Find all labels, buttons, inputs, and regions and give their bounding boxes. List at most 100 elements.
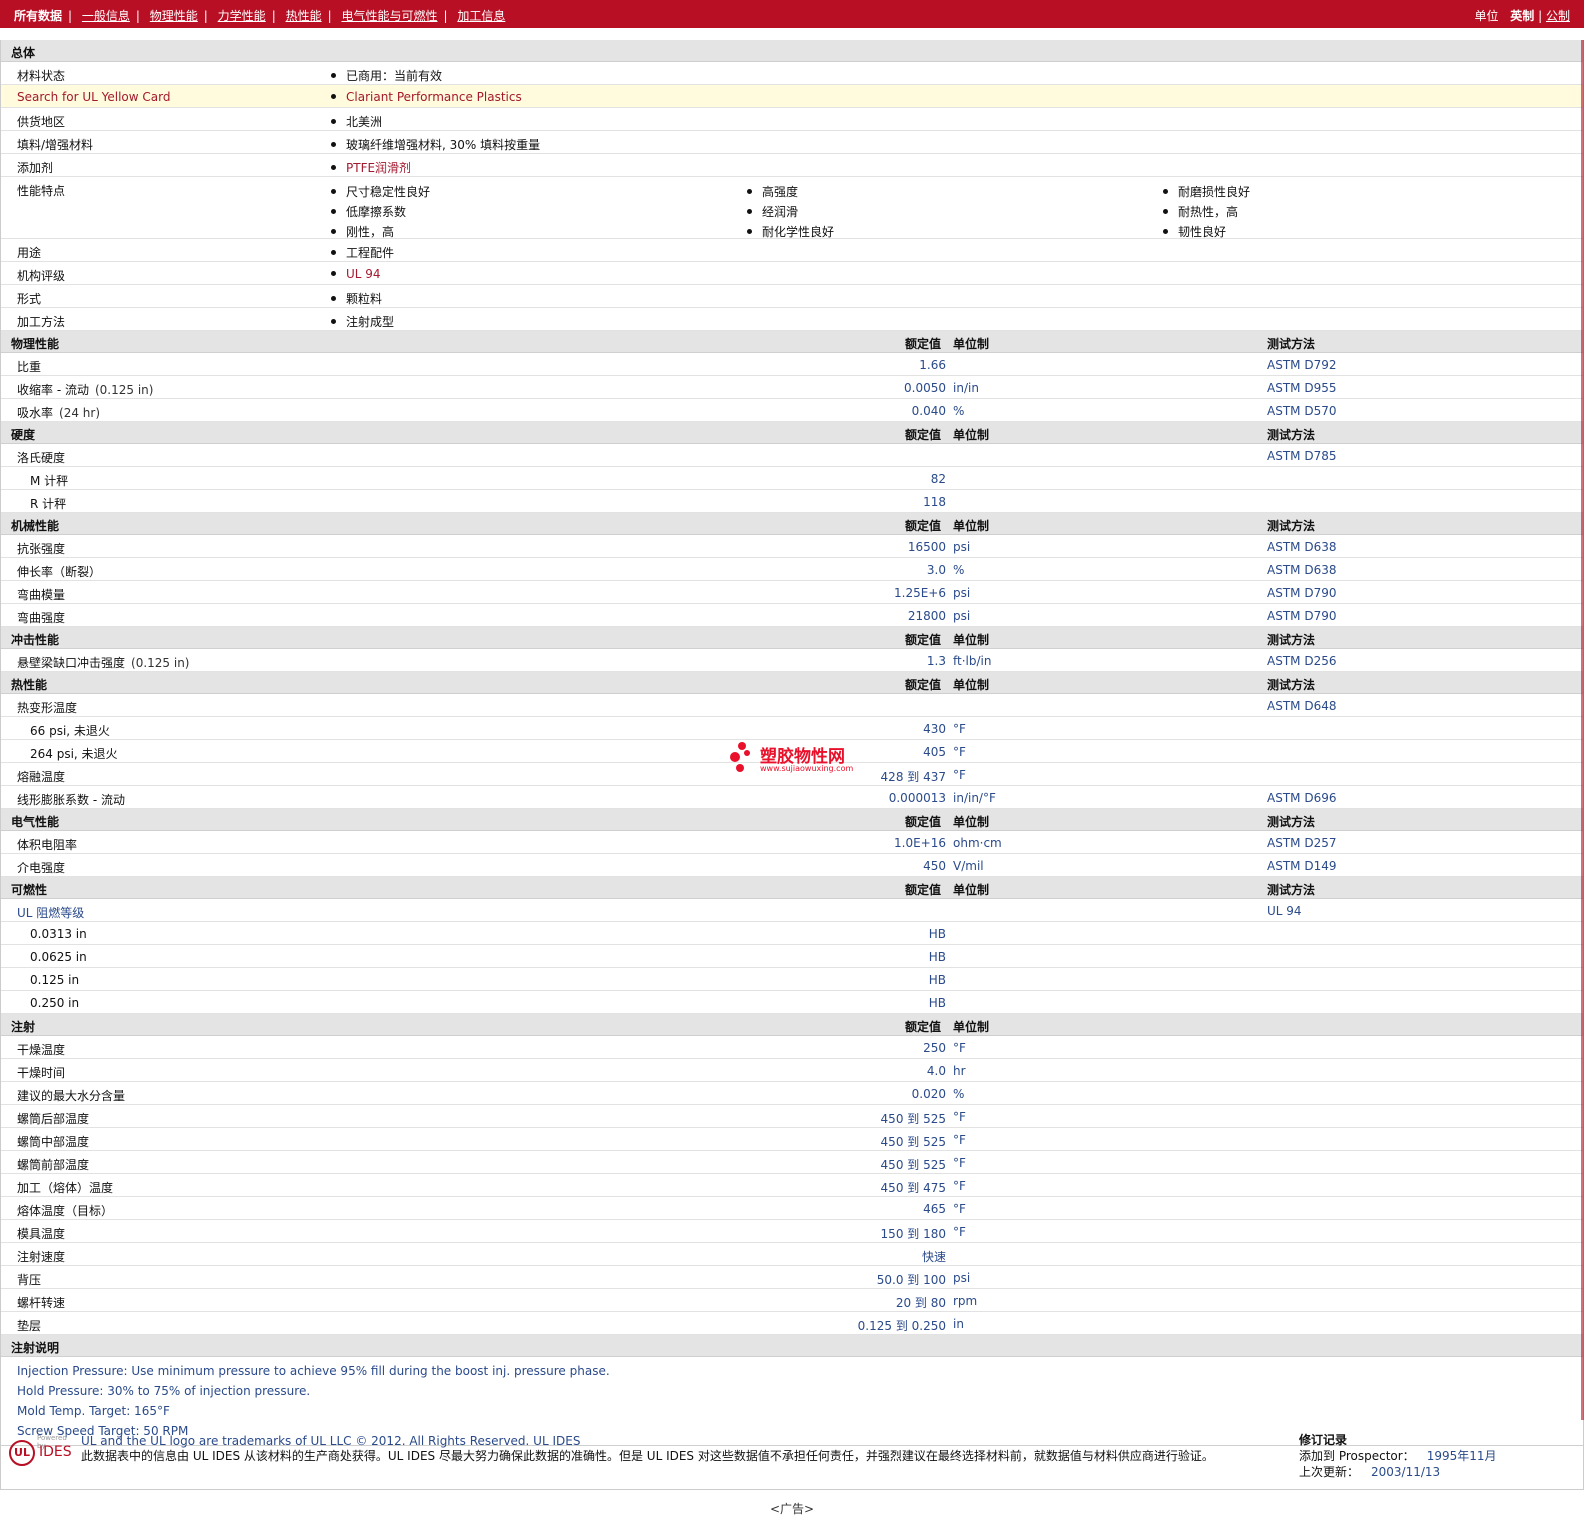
row-nominal: 1.66: [919, 358, 946, 372]
row-label: 背压: [17, 1273, 42, 1287]
section-nav: 所有数据 | 一般信息 | 物理性能 | 力学性能 | 热性能 | 电气性能与可燃性 | 加…: [14, 9, 506, 23]
col-header-unit: 单位制: [953, 678, 990, 692]
added-value: 1995年11月: [1426, 1449, 1497, 1463]
property-row: 熔体温度（目标） 465 °F: [1, 1197, 1583, 1220]
row-unit: °F: [953, 1202, 966, 1216]
tab-electrical[interactable]: 电气性能与可燃性: [341, 9, 437, 23]
property-row: 注射速度 快速: [1, 1243, 1583, 1266]
col-header-unit: 单位制: [953, 428, 990, 442]
row-label: 收缩率 - 流动 (0.125 in): [17, 383, 154, 397]
row-label: 弯曲模量: [17, 588, 66, 602]
feature-item: 高强度: [762, 185, 799, 199]
row-value: 注射成型: [346, 315, 395, 329]
ul-logo-icon: UL: [9, 1440, 35, 1466]
row-label: R 计秤: [30, 497, 67, 511]
row-unit: °F: [953, 1225, 966, 1239]
col-header-nominal: 额定值: [904, 428, 941, 442]
row-unit: in/in: [953, 381, 979, 395]
row-nominal: HB: [928, 950, 946, 964]
tab-general-info[interactable]: 一般信息: [82, 9, 130, 23]
row-label: 垫层: [17, 1319, 42, 1333]
row-label: 介电强度: [17, 861, 66, 875]
col-header-unit: 单位制: [953, 1020, 990, 1034]
section-title: 物理性能: [11, 337, 60, 351]
property-row: 比重 1.66 ASTM D792: [1, 353, 1583, 376]
row-nominal: 450: [923, 859, 946, 873]
row-method: UL 94: [1267, 904, 1302, 918]
property-row: 螺筒中部温度 450 到 525 °F: [1, 1128, 1583, 1151]
property-row: 背压 50.0 到 100 psi: [1, 1266, 1583, 1289]
col-header-method: 测试方法: [1267, 337, 1316, 351]
row-label: 抗张强度: [17, 542, 66, 556]
section-thermal: 热性能 额定值 单位制 测试方法: [1, 672, 1583, 694]
unit-imperial[interactable]: 英制: [1510, 9, 1534, 23]
tab-thermal[interactable]: 热性能: [286, 9, 322, 23]
tab-physical[interactable]: 物理性能: [150, 9, 198, 23]
row-nominal: 450 到 525: [880, 1158, 946, 1172]
ad-placeholder: <广告>: [769, 1502, 815, 1516]
property-row: 66 psi, 未退火 430 °F: [1, 717, 1583, 740]
revision-history: 修订记录 添加到 Prospector： 1995年11月 上次更新： 2003/1…: [1299, 1432, 1497, 1480]
units-label: 单位: [1474, 9, 1499, 23]
property-row: 收缩率 - 流动 (0.125 in) 0.0050 in/in ASTM D955: [1, 376, 1583, 399]
tab-processing[interactable]: 加工信息: [457, 9, 505, 23]
row-label: 注射速度: [17, 1250, 66, 1264]
row-label: 用途: [17, 246, 42, 260]
property-row: 垫层 0.125 到 0.250 in: [1, 1312, 1583, 1335]
row-nominal: 150 到 180: [880, 1227, 946, 1241]
row-label: 干燥温度: [17, 1043, 66, 1057]
col-header-method: 测试方法: [1267, 633, 1316, 647]
updated-label: 上次更新：: [1299, 1465, 1360, 1479]
property-row: 干燥时间 4.0 hr: [1, 1059, 1583, 1082]
section-physical: 物理性能 额定值 单位制 测试方法: [1, 331, 1583, 353]
property-row: 0.0313 in HB: [1, 922, 1583, 945]
row-unit: %: [953, 1087, 965, 1101]
row-value: PTFE润滑剂: [346, 161, 412, 175]
row-nominal: 0.0050: [904, 381, 946, 395]
row-method: ASTM D792: [1267, 358, 1337, 372]
supplier-link[interactable]: Clariant Performance Plastics: [346, 90, 522, 104]
row-unit: °F: [953, 1179, 966, 1193]
features-column: 高强度 经润滑 耐化学性良好: [747, 182, 834, 242]
ul-yellow-card-link[interactable]: Search for UL Yellow Card: [17, 90, 170, 104]
section-hardness: 硬度 额定值 单位制 测试方法: [1, 422, 1583, 444]
row-label: 伸长率（断裂）: [17, 565, 102, 579]
property-row: 螺筒前部温度 450 到 525 °F: [1, 1151, 1583, 1174]
unit-metric[interactable]: 公制: [1546, 9, 1570, 23]
section-mechanical: 机械性能 额定值 单位制 测试方法: [1, 513, 1583, 535]
row-unit: ft·lb/in: [953, 654, 992, 668]
row-label: UL 阻燃等级: [17, 906, 85, 920]
property-row: 抗张强度 16500 psi ASTM D638: [1, 535, 1583, 558]
feature-item: 韧性良好: [1178, 225, 1227, 239]
row-value: 颗粒料: [346, 292, 383, 306]
row-label: 加工（熔体）温度: [17, 1181, 114, 1195]
features-column: 尺寸稳定性良好 低摩擦系数 刚性，高: [331, 182, 430, 242]
feature-item: 耐热性，高: [1178, 205, 1239, 219]
feature-item: 耐磨损性良好: [1178, 185, 1251, 199]
row-nominal: HB: [928, 927, 946, 941]
row-nominal: 1.0E+16: [894, 836, 946, 850]
ides-logo: IDES: [39, 1444, 72, 1460]
property-row: 螺筒后部温度 450 到 525 °F: [1, 1105, 1583, 1128]
tab-all-data[interactable]: 所有数据: [14, 9, 62, 23]
col-header-nominal: 额定值: [904, 678, 941, 692]
row-nominal: 450 到 475: [880, 1181, 946, 1195]
row-clte: 线形膨胀系数 - 流动 0.000013 in/in/°F ASTM D696: [1, 786, 1583, 809]
feature-item: 耐化学性良好: [762, 225, 835, 239]
row-nominal: 4.0: [926, 1064, 946, 1078]
row-method: ASTM D638: [1267, 540, 1337, 554]
col-header-method: 测试方法: [1267, 678, 1316, 692]
section-title: 注射: [11, 1020, 36, 1034]
row-value: 已商用：当前有效: [346, 69, 443, 83]
col-header-unit: 单位制: [953, 815, 990, 829]
row-label: 0.0625 in: [30, 950, 87, 964]
section-impact: 冲击性能 额定值 单位制 测试方法: [1, 627, 1583, 649]
row-unit: psi: [953, 586, 971, 600]
row-value: 工程配件: [346, 246, 395, 260]
row-unit: °F: [953, 745, 966, 759]
tab-mechanical[interactable]: 力学性能: [218, 9, 266, 23]
row-label: 0.0313 in: [30, 927, 87, 941]
row-unit: psi: [953, 1271, 971, 1285]
section-title: 电气性能: [11, 815, 60, 829]
section-title: 可燃性: [11, 883, 48, 897]
